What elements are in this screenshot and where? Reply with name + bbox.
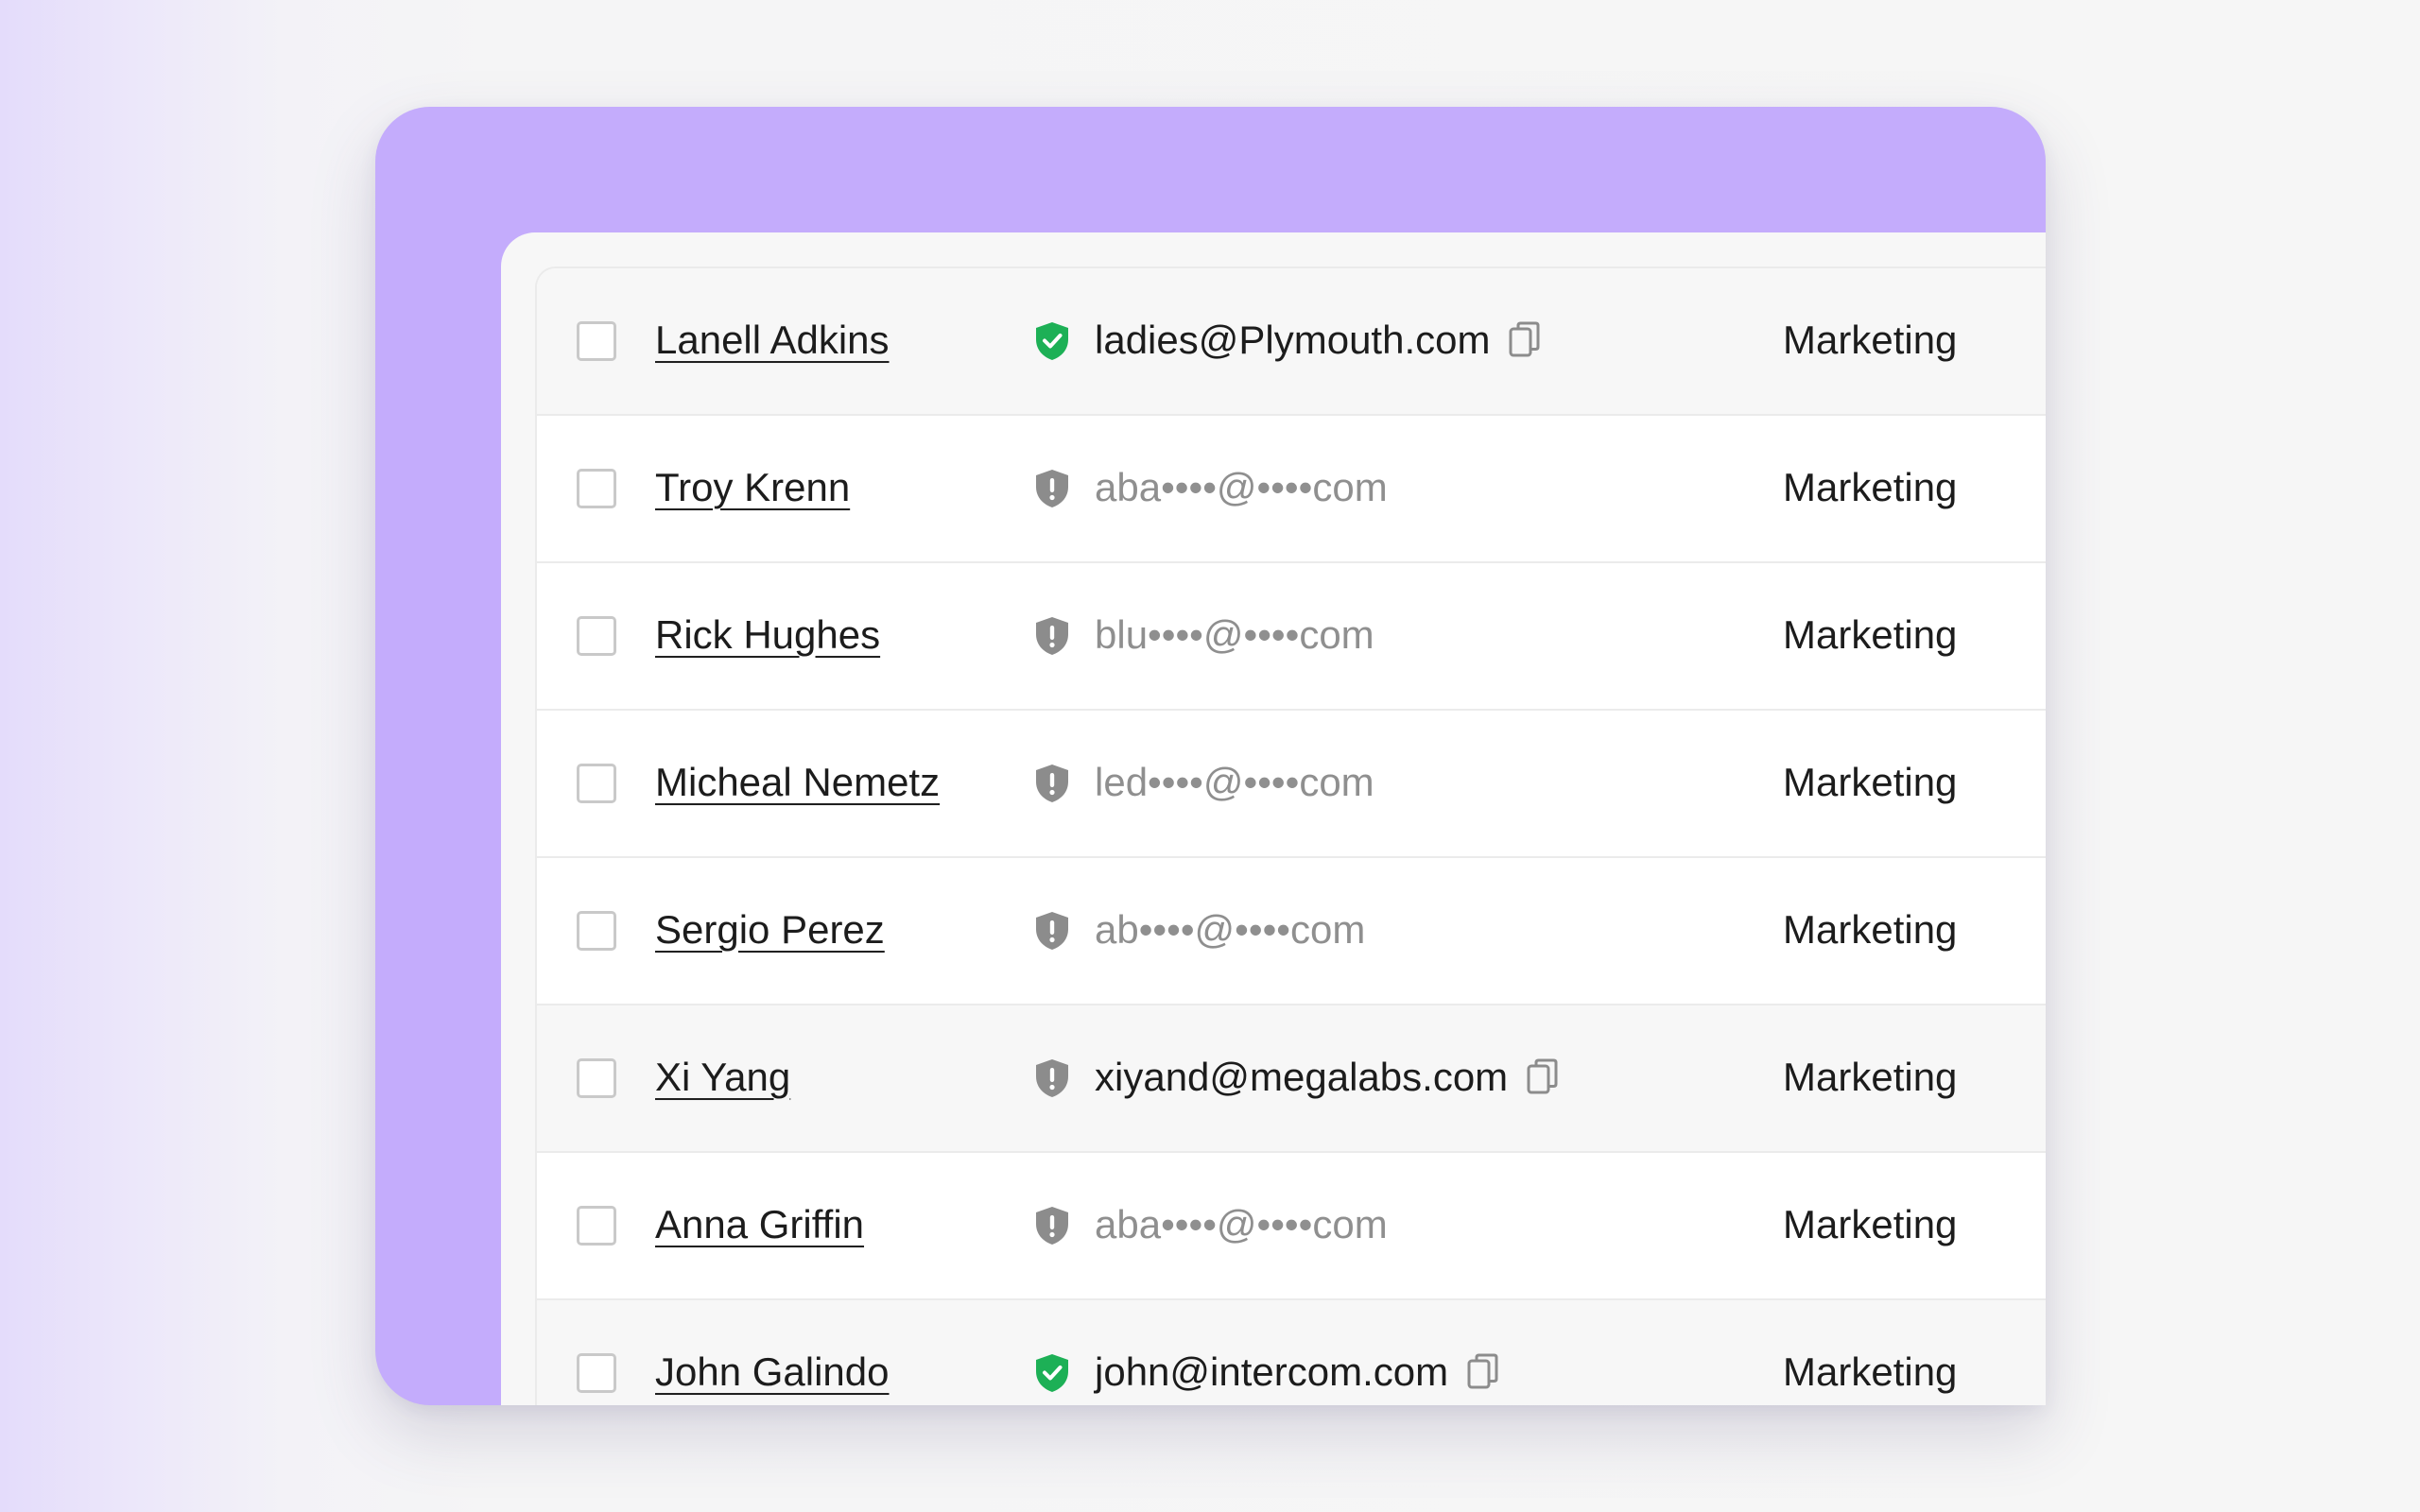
contact-department: Marketing bbox=[1783, 465, 1958, 510]
contact-department: Marketing bbox=[1783, 1055, 1958, 1100]
shield-icon bbox=[1036, 617, 1068, 655]
copy-icon[interactable] bbox=[1509, 321, 1541, 359]
contact-name-link[interactable]: Rick Hughes bbox=[655, 612, 880, 658]
row-checkbox[interactable] bbox=[577, 1058, 616, 1098]
contact-department: Marketing bbox=[1783, 612, 1958, 658]
contacts-table: Lanell Adkins ladies@Plymouth.com Market… bbox=[535, 266, 2046, 1405]
contact-department: Marketing bbox=[1783, 1202, 1958, 1247]
contact-email: john@intercom.com bbox=[1095, 1349, 1449, 1395]
contact-name-link[interactable]: Lanell Adkins bbox=[655, 318, 890, 363]
contact-email: ladies@Plymouth.com bbox=[1095, 318, 1491, 363]
contact-email: xiyand@megalabs.com bbox=[1095, 1055, 1509, 1100]
contacts-panel: Lanell Adkins ladies@Plymouth.com Market… bbox=[501, 232, 2046, 1405]
table-row: Xi Yang xiyand@megalabs.com Marketing bbox=[537, 1005, 2046, 1153]
row-checkbox[interactable] bbox=[577, 911, 616, 951]
email-cell: ab••••@••••com bbox=[1095, 907, 1365, 953]
contact-department: Marketing bbox=[1783, 318, 1958, 363]
row-checkbox[interactable] bbox=[577, 616, 616, 656]
contact-email: led••••@••••com bbox=[1095, 760, 1374, 805]
contact-name-link[interactable]: Micheal Nemetz bbox=[655, 760, 940, 805]
shield-icon bbox=[1036, 1207, 1068, 1245]
row-checkbox[interactable] bbox=[577, 1353, 616, 1393]
contact-email: aba••••@••••com bbox=[1095, 1202, 1388, 1247]
contact-email: ab••••@••••com bbox=[1095, 907, 1366, 953]
contact-department: Marketing bbox=[1783, 760, 1958, 805]
shield-icon bbox=[1036, 322, 1068, 360]
email-cell: xiyand@megalabs.com bbox=[1095, 1055, 1559, 1100]
email-cell: blu••••@••••com bbox=[1095, 612, 1374, 658]
table-row: Lanell Adkins ladies@Plymouth.com Market… bbox=[537, 268, 2046, 416]
email-cell: led••••@••••com bbox=[1095, 760, 1374, 805]
contacts-card: Lanell Adkins ladies@Plymouth.com Market… bbox=[375, 107, 2046, 1405]
copy-icon[interactable] bbox=[1467, 1353, 1499, 1391]
table-row: Micheal Nemetz led••••@••••com Marketing bbox=[537, 711, 2046, 858]
contact-department: Marketing bbox=[1783, 907, 1958, 953]
row-checkbox[interactable] bbox=[577, 764, 616, 803]
email-cell: john@intercom.com bbox=[1095, 1349, 1499, 1395]
shield-icon bbox=[1036, 765, 1068, 802]
table-row: John Galindo john@intercom.com Marketing bbox=[537, 1300, 2046, 1405]
shield-icon bbox=[1036, 470, 1068, 507]
table-row: Troy Krenn aba••••@••••com Marketing bbox=[537, 416, 2046, 563]
contact-name-link[interactable]: John Galindo bbox=[655, 1349, 890, 1395]
row-checkbox[interactable] bbox=[577, 321, 616, 361]
table-row: Sergio Perez ab••••@••••com Marketing bbox=[537, 858, 2046, 1005]
row-checkbox[interactable] bbox=[577, 1206, 616, 1246]
contact-name-link[interactable]: Sergio Perez bbox=[655, 907, 885, 953]
contact-email: blu••••@••••com bbox=[1095, 612, 1374, 658]
table-row: Rick Hughes blu••••@••••com Marketing bbox=[537, 563, 2046, 711]
email-cell: aba••••@••••com bbox=[1095, 1202, 1388, 1247]
email-cell: aba••••@••••com bbox=[1095, 465, 1388, 510]
shield-icon bbox=[1036, 1059, 1068, 1097]
contact-email: aba••••@••••com bbox=[1095, 465, 1388, 510]
contact-name-link[interactable]: Troy Krenn bbox=[655, 465, 850, 510]
contact-name-link[interactable]: Xi Yang bbox=[655, 1055, 790, 1100]
shield-icon bbox=[1036, 912, 1068, 950]
contact-department: Marketing bbox=[1783, 1349, 1958, 1395]
table-row: Anna Griffin aba••••@••••com Marketing bbox=[537, 1153, 2046, 1300]
row-checkbox[interactable] bbox=[577, 469, 616, 508]
contact-name-link[interactable]: Anna Griffin bbox=[655, 1202, 864, 1247]
shield-icon bbox=[1036, 1354, 1068, 1392]
email-cell: ladies@Plymouth.com bbox=[1095, 318, 1541, 363]
copy-icon[interactable] bbox=[1527, 1058, 1559, 1096]
